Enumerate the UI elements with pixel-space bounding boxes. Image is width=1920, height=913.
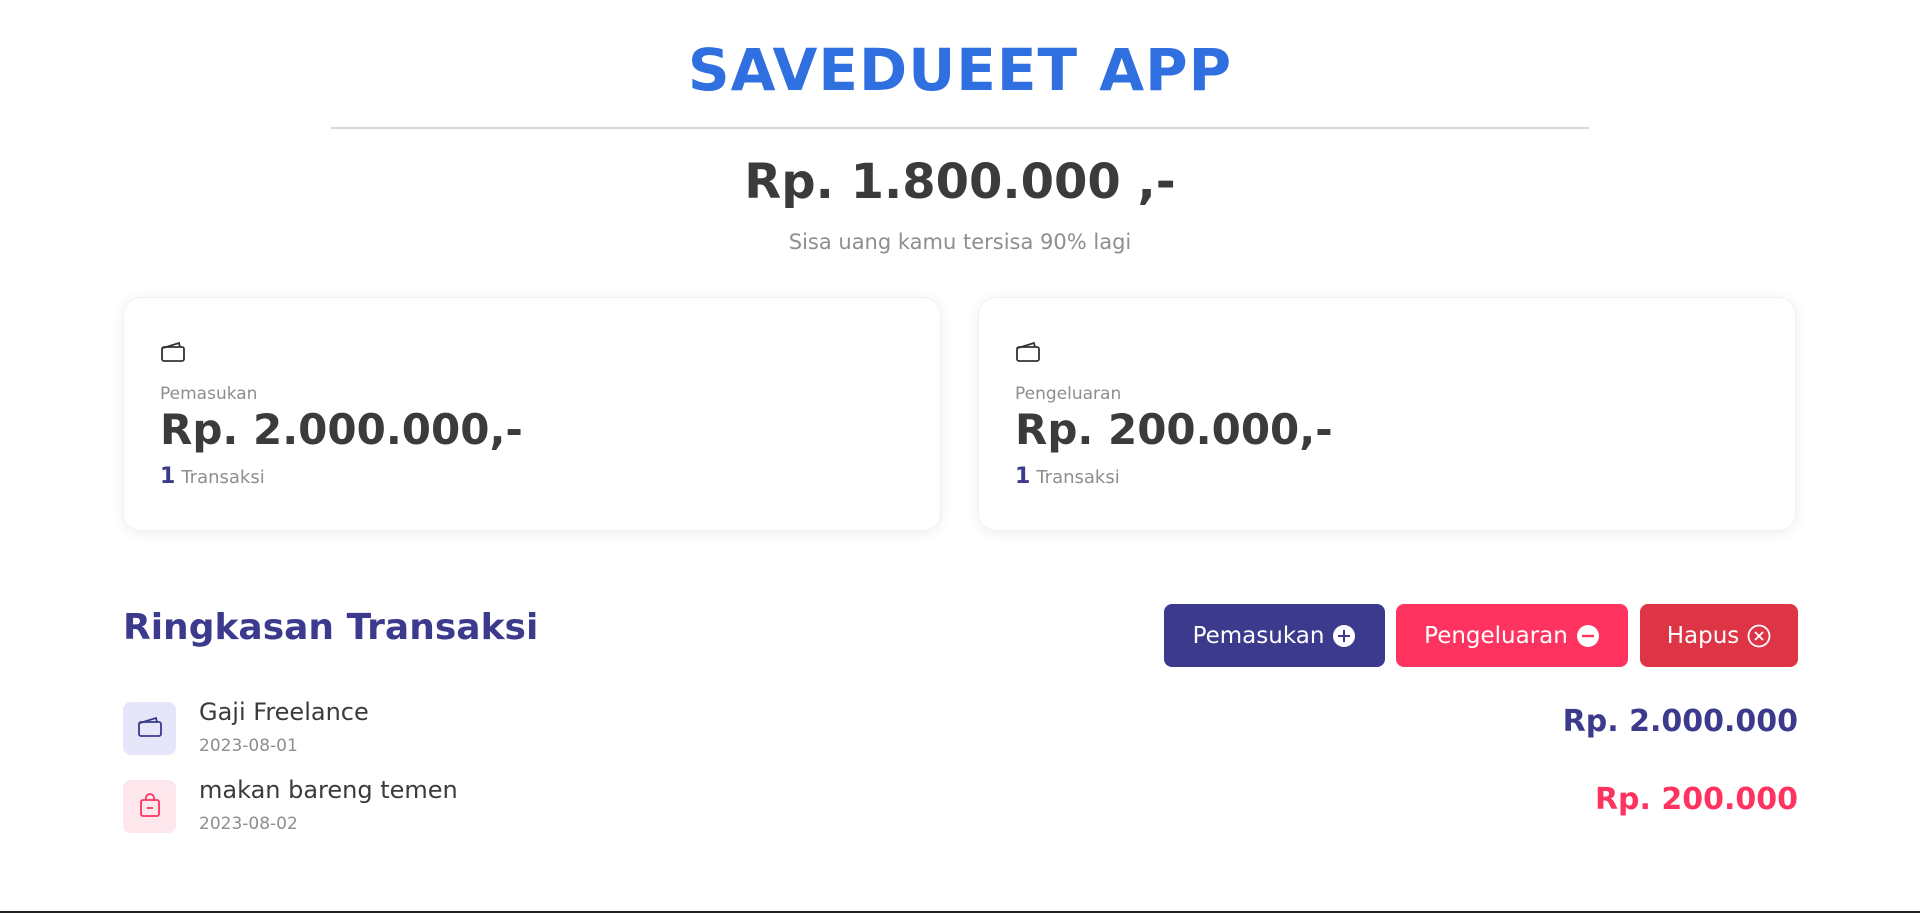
add-income-button-label: Pemasukan	[1192, 622, 1325, 649]
title-divider	[331, 127, 1589, 129]
transaction-icon-box	[123, 780, 176, 833]
transaction-row[interactable]: Gaji Freelance 2023-08-01 Rp. 2.000.000	[123, 698, 1798, 758]
transaction-name: makan bareng temen	[199, 776, 458, 804]
balance-remaining-text: Sisa uang kamu tersisa 90% lagi	[788, 230, 1132, 254]
app-page: SAVEDUEET APP Rp. 1.800.000 ,- Sisa uang…	[0, 0, 1920, 913]
transactions-section-title: Ringkasan Transaksi	[123, 607, 539, 648]
expense-card-label: Pengeluaran	[1015, 384, 1122, 404]
x-circle-icon	[1747, 624, 1771, 648]
expense-card: Pengeluaran Rp. 200.000,- 1 Transaksi	[978, 297, 1796, 531]
income-card-amount: Rp. 2.000.000,-	[160, 405, 523, 454]
transaction-row[interactable]: makan bareng temen 2023-08-02 Rp. 200.00…	[123, 776, 1798, 836]
wallet-icon	[1015, 340, 1041, 364]
income-card-label: Pemasukan	[160, 384, 258, 404]
balance-amount: Rp. 1.800.000 ,-	[744, 154, 1176, 210]
income-transaction-count-label: Transaksi	[181, 467, 265, 488]
add-expense-button-label: Pengeluaran	[1424, 622, 1568, 649]
transaction-icon-box	[123, 702, 176, 755]
wallet-icon	[137, 715, 163, 743]
income-card-count-row: 1 Transaksi	[160, 464, 265, 489]
app-title: SAVEDUEET APP	[687, 36, 1233, 104]
income-transaction-count: 1	[160, 464, 176, 489]
income-card: Pemasukan Rp. 2.000.000,- 1 Transaksi	[123, 297, 941, 531]
shopping-bag-icon	[138, 792, 162, 822]
delete-button-label: Hapus	[1666, 622, 1740, 649]
add-income-button[interactable]: Pemasukan	[1164, 604, 1385, 667]
plus-circle-icon	[1332, 624, 1356, 648]
transaction-amount: Rp. 200.000	[1594, 782, 1798, 817]
add-expense-button[interactable]: Pengeluaran	[1396, 604, 1628, 667]
transaction-amount: Rp. 2.000.000	[1562, 704, 1798, 739]
transaction-date: 2023-08-01	[199, 736, 298, 756]
expense-card-amount: Rp. 200.000,-	[1015, 405, 1333, 454]
minus-circle-icon	[1576, 624, 1600, 648]
delete-button[interactable]: Hapus	[1640, 604, 1798, 667]
wallet-icon	[160, 340, 186, 364]
transaction-name: Gaji Freelance	[199, 698, 369, 726]
expense-card-count-row: 1 Transaksi	[1015, 464, 1120, 489]
expense-transaction-count: 1	[1015, 464, 1031, 489]
expense-transaction-count-label: Transaksi	[1036, 467, 1120, 488]
transaction-date: 2023-08-02	[199, 814, 298, 834]
